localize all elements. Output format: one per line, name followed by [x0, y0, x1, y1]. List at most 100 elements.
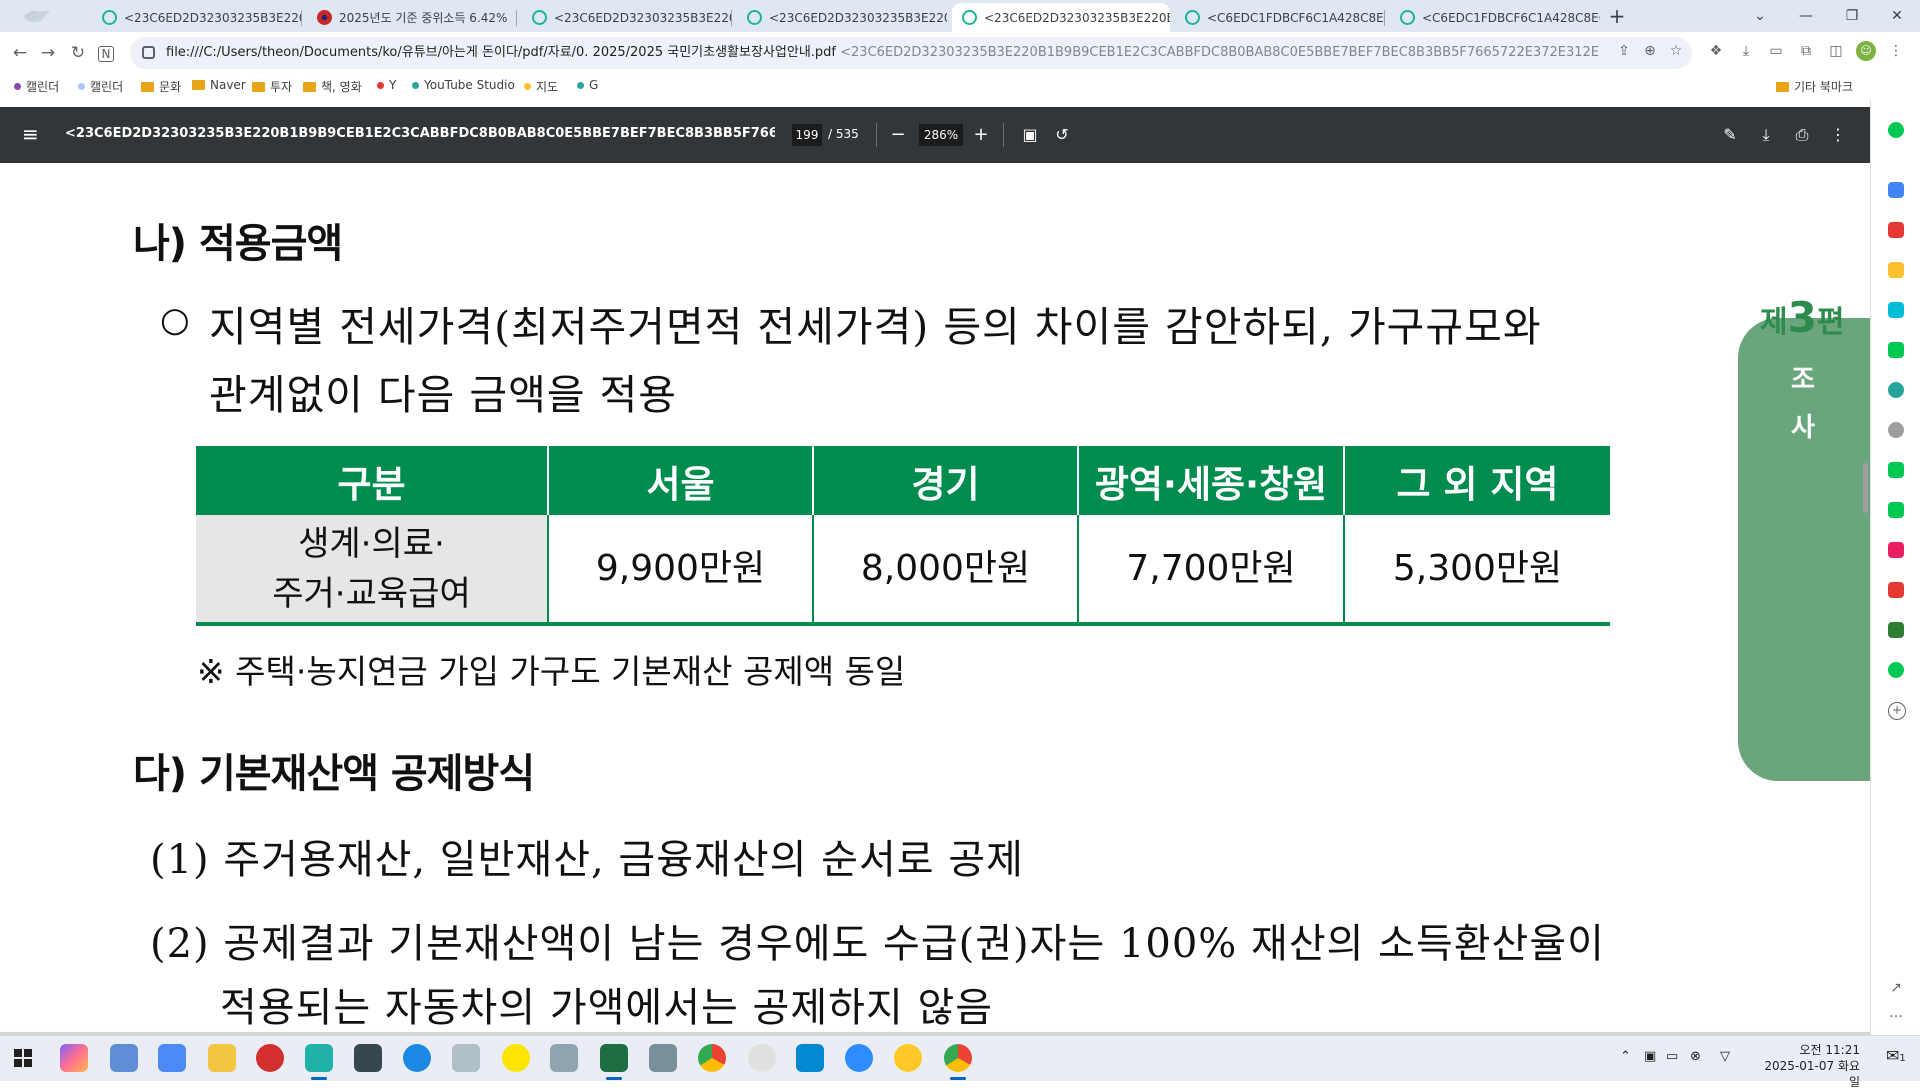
store-icon[interactable]: [796, 1044, 824, 1072]
bookmark-item[interactable]: YouTube Studio: [412, 78, 515, 92]
tab-favicon-icon: [962, 10, 977, 25]
tablet-icon[interactable]: [550, 1044, 578, 1072]
zoom-app-icon[interactable]: [845, 1044, 873, 1072]
tab-favicon-icon: [1400, 10, 1415, 25]
webtoon-icon[interactable]: [1888, 462, 1904, 478]
more-options-icon[interactable]: ⋮: [1826, 123, 1850, 147]
tray-chevron-icon[interactable]: ⌃: [1620, 1049, 1631, 1064]
copilot-icon[interactable]: [60, 1044, 88, 1072]
davinci-icon[interactable]: [354, 1044, 382, 1072]
browser-tab[interactable]: <C6EDC1FDBCF6C1A428C8E6: [1175, 3, 1385, 32]
browser-tab[interactable]: <23C6ED2D32303235B3E220B: [522, 3, 732, 32]
folder-icon[interactable]: [208, 1044, 236, 1072]
annotate-pen-icon[interactable]: ✎: [1718, 123, 1742, 147]
bookmark-star-icon[interactable]: ☆: [1666, 41, 1686, 61]
browser-tab[interactable]: <23C6ED2D32303235B3E220B: [737, 3, 947, 32]
recorder-icon[interactable]: [256, 1044, 284, 1072]
shopping-icon[interactable]: [1888, 662, 1904, 678]
zoom-out-icon[interactable]: −: [886, 123, 910, 147]
assistant-icon[interactable]: [1888, 122, 1904, 138]
screenshot-icon[interactable]: ⧉: [1796, 41, 1816, 61]
calculator-icon[interactable]: [649, 1044, 677, 1072]
download-icon[interactable]: ⤓: [1754, 123, 1778, 147]
kakaotalk-icon[interactable]: [502, 1044, 530, 1072]
bookmark-folder[interactable]: 책, 영화: [303, 78, 362, 95]
notification-icon[interactable]: ✉1: [1886, 1046, 1906, 1065]
phone-icon[interactable]: [1888, 342, 1904, 358]
tray-app-icon[interactable]: ▣: [1644, 1049, 1656, 1064]
edge-icon[interactable]: [403, 1044, 431, 1072]
excel-icon[interactable]: [600, 1044, 628, 1072]
bookmark-folder[interactable]: 문화: [141, 78, 181, 95]
side-panel-icon[interactable]: ◫: [1826, 41, 1846, 61]
print-icon[interactable]: ⎙: [1790, 123, 1814, 147]
bookmark-folder[interactable]: 투자: [252, 78, 292, 95]
restore-button[interactable]: ❐: [1829, 0, 1875, 32]
edge-icon[interactable]: [1888, 302, 1904, 318]
chrome-icon[interactable]: [698, 1044, 726, 1072]
browser-tab[interactable]: <C6EDC1FDBCF6C1A428C8E6: [1390, 3, 1600, 32]
forward-arrow-icon[interactable]: →: [36, 41, 60, 65]
address-bar[interactable]: file:///C:/Users/theon/Documents/ko/유튜브/…: [130, 37, 1692, 69]
play-icon[interactable]: [1888, 502, 1904, 518]
vertical-scrollbar[interactable]: [1863, 463, 1868, 513]
table-cell: 8,000만원: [812, 515, 1078, 626]
tray-mute-icon[interactable]: ⊗: [1690, 1049, 1701, 1064]
pocket-icon[interactable]: [1888, 222, 1904, 238]
youtube-icon[interactable]: [1888, 582, 1904, 598]
zoom-icon[interactable]: ⊕: [1640, 41, 1660, 61]
back-arrow-icon[interactable]: ←: [8, 41, 32, 65]
page-info-icon[interactable]: N: [98, 46, 114, 62]
star-icon[interactable]: [1888, 262, 1904, 278]
bookmark-item[interactable]: G: [577, 78, 598, 92]
drive-icon[interactable]: [1888, 182, 1904, 198]
minimize-button[interactable]: —: [1783, 0, 1829, 32]
kebab-menu-icon[interactable]: ⋮: [1886, 41, 1906, 61]
paint-icon[interactable]: [452, 1044, 480, 1072]
tray-network-icon[interactable]: ▽: [1720, 1049, 1730, 1064]
bookmark-item[interactable]: 캘린더: [14, 78, 59, 95]
bookmark-folder[interactable]: Naver: [192, 78, 246, 92]
profile-avatar[interactable]: ☺: [1856, 41, 1876, 61]
cast-icon[interactable]: ▭: [1766, 41, 1786, 61]
bookmark-item[interactable]: Y: [377, 78, 396, 92]
download-icon[interactable]: ⤓: [1736, 41, 1756, 61]
snipping-icon[interactable]: [748, 1044, 776, 1072]
play-circle-icon[interactable]: [1888, 382, 1904, 398]
tab-favicon-icon: [1185, 10, 1200, 25]
windows-start-icon[interactable]: [14, 1049, 32, 1067]
notes-icon[interactable]: [158, 1044, 186, 1072]
section-heading: 다) 기본재산액 공제방식: [133, 751, 535, 797]
other-bookmarks-folder[interactable]: 기타 북마크: [1776, 78, 1853, 95]
system-clock[interactable]: 오전 11:21 2025-01-07 화요일: [1762, 1042, 1860, 1090]
app-icon[interactable]: [305, 1044, 333, 1072]
bookmark-item[interactable]: 지도: [524, 78, 558, 95]
browser-tab-active[interactable]: <23C6ED2D32303235B3E220B: [952, 3, 1170, 32]
pdf-page: 나) 적용금액 ○ 지역별 전세가격(최저주거면적 전세가격) 등의 차이를 감…: [0, 163, 1870, 1033]
instagram-icon[interactable]: [1888, 542, 1904, 558]
open-external-icon[interactable]: ↗: [1888, 980, 1904, 996]
browser-tab[interactable]: <23C6ED2D32303235B3E220B: [92, 3, 302, 32]
zoom-level-input[interactable]: 286%: [919, 124, 963, 146]
rotate-icon[interactable]: ↺: [1050, 123, 1074, 147]
reload-icon[interactable]: ↻: [66, 41, 90, 65]
extensions-puzzle-icon[interactable]: ❖: [1706, 41, 1726, 61]
robot-icon[interactable]: [1888, 422, 1904, 438]
page-number-input[interactable]: 199: [792, 124, 822, 146]
tab-search-chevron-icon[interactable]: ⌄: [1737, 0, 1783, 32]
file-manager-icon[interactable]: [110, 1044, 138, 1072]
hamburger-menu-icon[interactable]: ≡: [22, 124, 42, 144]
stock-chart-icon[interactable]: [1888, 622, 1904, 638]
share-icon[interactable]: ⇪: [1614, 41, 1634, 61]
chrome-profile-icon[interactable]: [944, 1044, 972, 1072]
zoom-in-icon[interactable]: +: [969, 123, 993, 147]
close-window-button[interactable]: ✕: [1874, 0, 1920, 32]
bookmark-item[interactable]: 캘린더: [78, 78, 123, 95]
new-tab-button[interactable]: +: [1604, 4, 1630, 28]
add-app-icon[interactable]: +: [1888, 702, 1906, 720]
browser-tab[interactable]: 2025년도 기준 중위소득 6.42%: [307, 3, 517, 32]
tray-display-icon[interactable]: ▭: [1666, 1049, 1678, 1064]
player-icon[interactable]: [894, 1044, 922, 1072]
fit-page-icon[interactable]: ▣: [1018, 123, 1042, 147]
more-icon[interactable]: …: [1888, 1005, 1904, 1021]
